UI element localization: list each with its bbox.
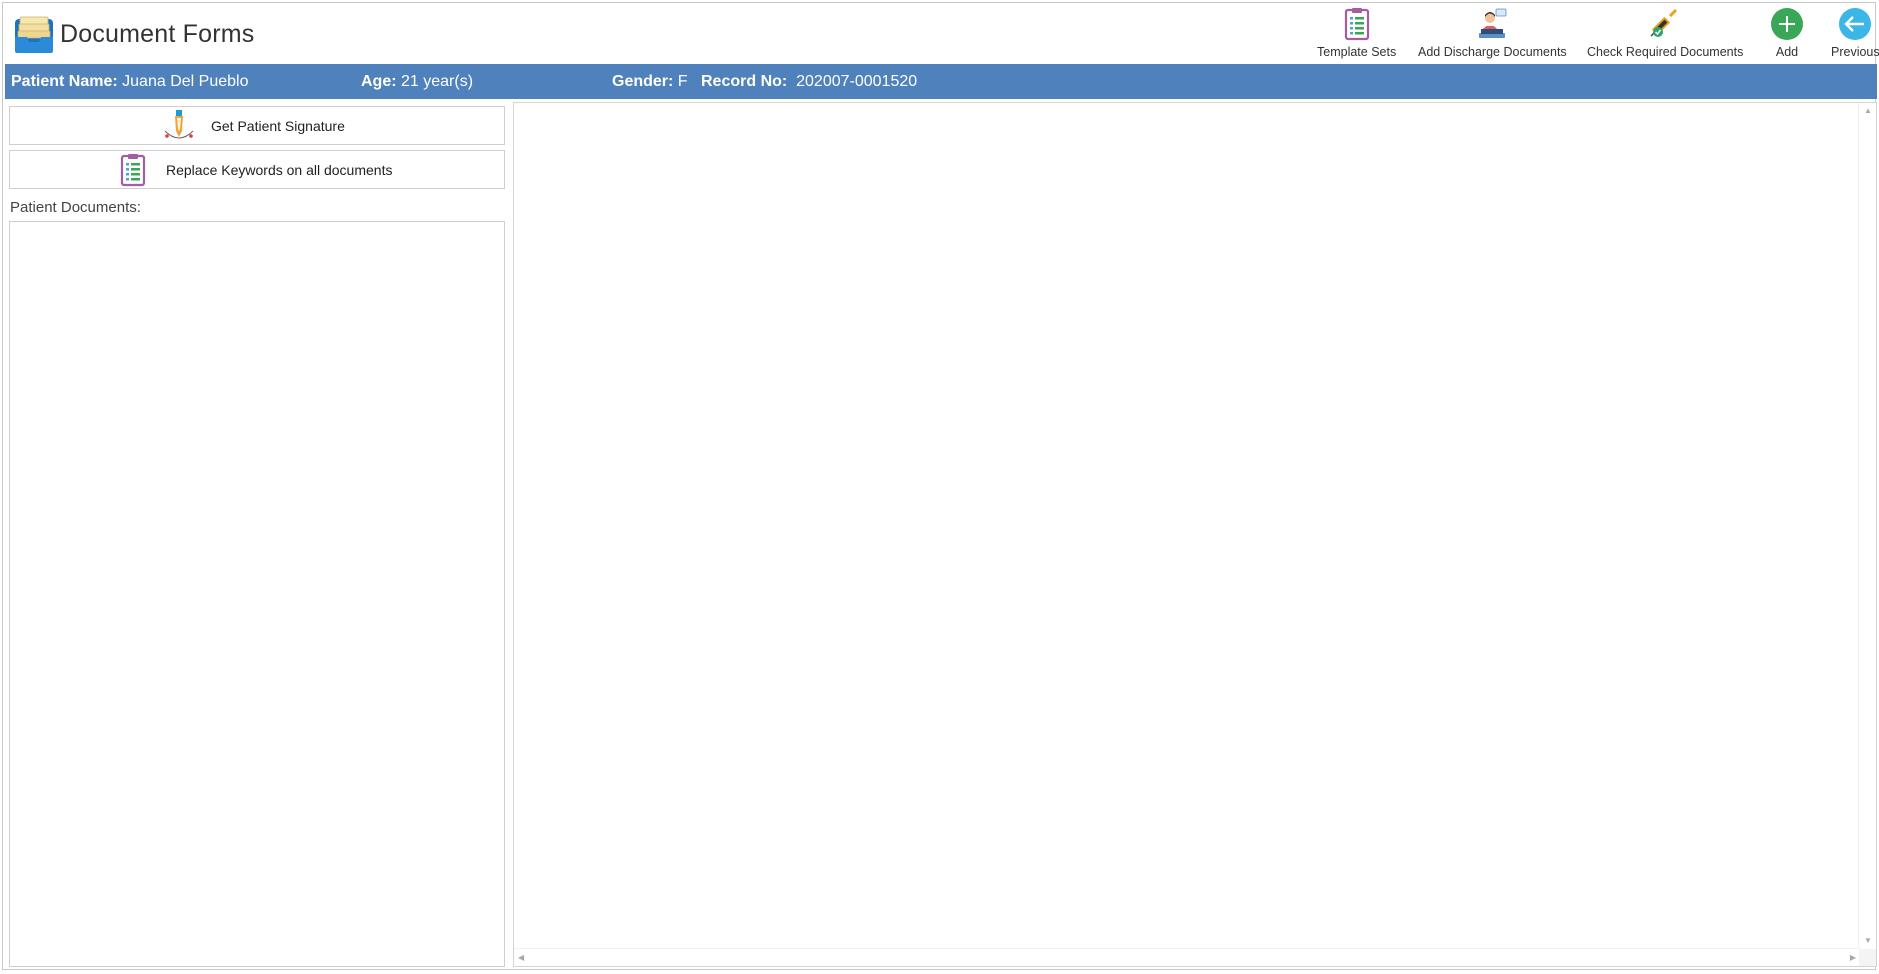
scroll-up-icon[interactable]: ▲ — [1864, 106, 1872, 116]
template-sets-label: Template Sets — [1317, 45, 1397, 59]
page-title: Document Forms — [60, 20, 255, 48]
replace-keywords-label: Replace Keywords on all documents — [166, 162, 393, 178]
patient-age-value: 21 year(s) — [401, 73, 474, 90]
patient-gender-value: F — [677, 73, 688, 90]
get-patient-signature-button[interactable]: Get Patient Signature — [9, 106, 505, 145]
previous-button[interactable]: Previous — [1831, 7, 1879, 61]
previous-label: Previous — [1831, 45, 1879, 59]
add-label: Add — [1775, 45, 1799, 59]
add-discharge-documents-button[interactable]: Add Discharge Documents — [1418, 7, 1567, 61]
check-required-documents-button[interactable]: Check Required Documents — [1587, 7, 1743, 61]
patient-name: Patient Name: Juana Del Pueblo — [11, 73, 248, 91]
document-tray-icon — [15, 16, 53, 53]
clipboard-list-icon — [1344, 8, 1369, 41]
pen-signature-icon — [164, 110, 194, 139]
patient-documents-label: Patient Documents: — [10, 199, 141, 216]
app-window: Document Forms Template Sets Add Dischar… — [2, 2, 1879, 970]
syringe-check-icon — [1650, 8, 1678, 37]
patient-record-no: Record No: 202007-0001520 — [701, 73, 917, 91]
get-patient-signature-label: Get Patient Signature — [211, 118, 345, 134]
patient-age: Age: 21 year(s) — [361, 73, 473, 91]
scroll-left-icon[interactable]: ◀ — [518, 953, 524, 963]
patient-name-value: Juana Del Pueblo — [122, 73, 249, 90]
check-required-documents-label: Check Required Documents — [1587, 45, 1744, 59]
scroll-right-icon[interactable]: ▶ — [1850, 953, 1856, 963]
vertical-scrollbar[interactable]: ▲ ▼ — [1858, 103, 1876, 949]
arrow-left-circle-icon — [1839, 8, 1872, 40]
scrollbar-corner — [1859, 949, 1876, 966]
discharge-patient-icon — [1479, 8, 1507, 38]
record-no-value: 202007-0001520 — [796, 73, 918, 90]
patient-gender-label: Gender: — [612, 73, 674, 90]
horizontal-scrollbar[interactable]: ◀ ▶ — [514, 948, 1860, 966]
patient-age-label: Age: — [361, 73, 397, 90]
header: Document Forms Template Sets Add Dischar… — [3, 3, 1879, 63]
scroll-down-icon[interactable]: ▼ — [1864, 936, 1872, 946]
record-no-label: Record No: — [701, 73, 788, 90]
patient-documents-list[interactable] — [9, 221, 505, 967]
patient-name-label: Patient Name: — [11, 73, 118, 90]
add-button[interactable]: Add — [1770, 7, 1804, 61]
document-viewer[interactable]: ▲ ▼ ◀ ▶ — [513, 102, 1877, 967]
template-sets-button[interactable]: Template Sets — [1317, 7, 1396, 61]
plus-circle-icon — [1771, 8, 1803, 40]
clipboard-list-icon — [120, 154, 146, 187]
patient-info-bar: Patient Name: Juana Del Pueblo Age: 21 y… — [5, 64, 1877, 99]
patient-gender: Gender: F — [612, 73, 688, 91]
add-discharge-documents-label: Add Discharge Documents — [1418, 45, 1567, 59]
replace-keywords-button[interactable]: Replace Keywords on all documents — [9, 150, 505, 189]
